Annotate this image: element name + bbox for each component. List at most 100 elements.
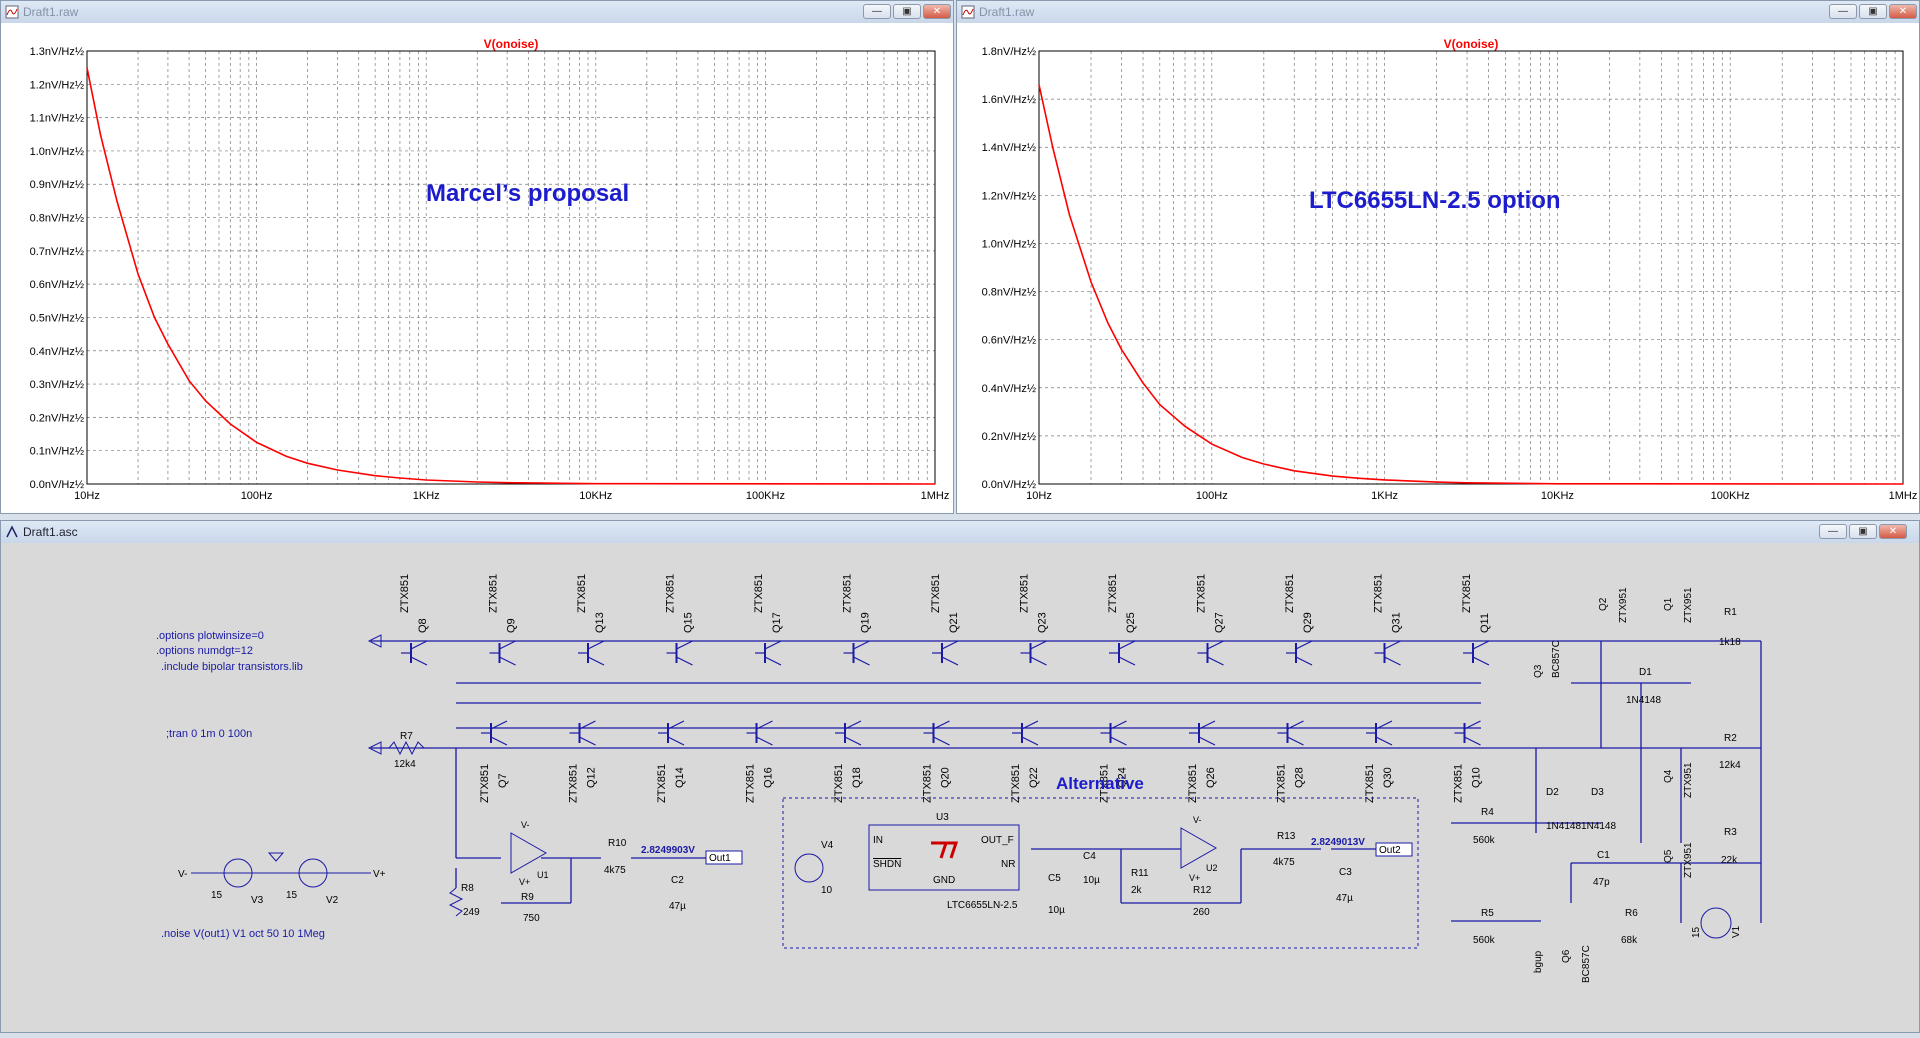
d2-d3-type: 1N41481N4148 [1546,821,1616,832]
y-tick-label: 1.3nV/Hz½ [30,46,84,58]
close-button[interactable]: ✕ [1889,4,1917,19]
transistor-type: ZTX851 [1453,764,1465,803]
y-tick-label: 0.2nV/Hz½ [982,431,1036,443]
v-plus-label: V+ [373,869,386,880]
u2-label: U2 [1206,863,1218,873]
v4-label: V4 [821,840,834,851]
transistor-ref: Q10 [1471,767,1483,788]
u1-vplus: V+ [519,877,530,887]
transistor-type: ZTX851 [1276,764,1288,803]
q2-label: Q2 [1598,597,1609,611]
transistor-type: ZTX851 [1373,574,1385,613]
transistor-type: ZTX851 [665,574,677,613]
y-tick-label: 0.9nV/Hz½ [30,179,84,191]
maximize-button[interactable]: ▣ [1849,524,1877,539]
u3-part: LTC6655LN-2.5 [947,900,1018,911]
y-tick-label: 0.1nV/Hz½ [30,446,84,458]
transistor-type: ZTX851 [922,764,934,803]
close-button[interactable]: ✕ [1879,524,1907,539]
r4-label: R4 [1481,807,1494,818]
u3-in-pin: IN [873,835,883,846]
r8-value: 249 [463,907,480,918]
transistor-ref: Q26 [1205,767,1217,788]
y-tick-label: 0.4nV/Hz½ [982,383,1036,395]
directive-line-1: .options plotwinsize=0 [156,630,264,642]
transistor-q22: ZTX851 Q22 [1010,720,1040,803]
minimize-button[interactable]: — [1819,524,1847,539]
v2-value: 15 [286,890,298,901]
transistor-q14: ZTX851 Q14 [656,720,686,803]
transistor-ref: Q11 [1479,613,1491,633]
v1-label: V1 [1731,925,1742,938]
plot-window-2[interactable]: Draft1.raw — ▣ ✕ 0.0nV/Hz½ 0.2nV/Hz½ 0.4nV… [956,0,1920,514]
r13-value: 4k75 [1273,857,1295,868]
minimize-button[interactable]: — [1829,4,1857,19]
out2-label: Out2 [1379,845,1401,856]
c4-label: C4 [1083,851,1096,862]
transistor-ref: Q16 [763,767,775,788]
plot-window-2-titlebar[interactable]: Draft1.raw — ▣ ✕ [957,1,1919,24]
q4-label: Q4 [1663,769,1674,783]
r6-value: 68k [1621,935,1638,946]
transistor-ref: Q8 [417,618,429,633]
transistor-type: ZTX851 [1284,574,1296,613]
close-button[interactable]: ✕ [923,4,951,19]
noise-plot-1[interactable]: 0.0nV/Hz½0.1nV/Hz½0.2nV/Hz½0.3nV/Hz½0.4n… [1,23,953,513]
schematic-canvas[interactable]: .options plotwinsize=0 .options numdgt=1… [1,543,1919,1032]
r11-value: 2k [1131,885,1143,896]
r2-label: R2 [1724,733,1737,744]
u3-outf-pin: OUT_F [981,835,1014,846]
trace-label: V(onoise) [1444,37,1499,51]
transistor-q31: ZTX851 Q31 [1373,574,1403,666]
v3-value: 15 [211,890,223,901]
y-tick-label: 1.1nV/Hz½ [30,113,84,125]
transistor-type: ZTX851 [1019,574,1031,613]
plot-frame [1038,50,1904,485]
linear-logo-icon [931,841,959,859]
transistor-ref: Q17 [771,612,783,633]
noise-trace [86,67,936,485]
transistor-q11: ZTX851 Q11 [1461,574,1491,666]
plot-window-1-titlebar[interactable]: Draft1.raw — ▣ ✕ [1,1,953,24]
transistor-q25: ZTX851 Q25 [1107,574,1137,666]
grid [1038,50,1903,485]
schematic-icon [6,525,18,538]
transistor-q29: ZTX851 Q29 [1284,574,1314,666]
plot-area-2[interactable]: 0.0nV/Hz½ 0.2nV/Hz½ 0.4nV/Hz½ 0.6nV/Hz½ 0.8n… [957,23,1919,513]
schematic-drawing[interactable]: .options plotwinsize=0 .options numdgt=1… [1,543,1919,1033]
minimize-button[interactable]: — [863,4,891,19]
plot-window-1[interactable]: Draft1.raw — ▣ ✕ 0.0nV/Hz½ 0.1nV/Hz½ 0.2nV… [0,0,954,514]
transistor-q10: ZTX851 Q10 [1453,720,1483,803]
u3-label: U3 [936,812,949,823]
transistor-q26: ZTX851 Q26 [1187,720,1217,803]
x-tick-label: 100Hz [1196,490,1228,502]
ground-arrow-icon [267,852,285,862]
q3-label: Q3 [1533,664,1544,678]
u3-gnd-pin: GND [933,875,955,886]
v1-value: 15 [1691,926,1702,938]
u1-vminus: V- [521,820,530,830]
transistor-ref: Q20 [940,767,952,788]
q3-type: BC857C [1551,640,1562,678]
plot-annotation: LTC6655LN-2.5 option [1309,187,1561,214]
transistor-type: ZTX851 [399,574,411,613]
u1-label: U1 [537,870,549,880]
maximize-button[interactable]: ▣ [893,4,921,19]
transistor-ref: Q25 [1125,612,1137,633]
q6-label: Q6 [1561,949,1572,963]
schematic-window-titlebar[interactable]: Draft1.asc — ▣ ✕ [1,521,1919,544]
maximize-button[interactable]: ▣ [1859,4,1887,19]
y-tick-label: 0.6nV/Hz½ [982,335,1036,347]
schematic-window[interactable]: Draft1.asc — ▣ ✕ .options plotwinsize=0 … [0,520,1920,1033]
d1-type: 1N4148 [1626,695,1661,706]
transistor-type: ZTX851 [488,574,500,613]
transistor-ref: Q28 [1294,767,1306,788]
transistor-q23: ZTX851 Q23 [1019,574,1049,666]
x-tick-label: 10Hz [74,490,100,502]
plot-area-1[interactable]: 0.0nV/Hz½ 0.1nV/Hz½ 0.2nV/Hz½ 0.3nV/Hz½ 0.4n… [1,23,953,513]
noise-plot-2[interactable]: 0.0nV/Hz½0.2nV/Hz½0.4nV/Hz½0.6nV/Hz½0.8n… [957,23,1919,513]
source-v4 [794,853,824,883]
y-tick-label: 1.0nV/Hz½ [30,146,84,158]
out1-label: Out1 [709,853,731,864]
plot-frame [86,50,936,485]
